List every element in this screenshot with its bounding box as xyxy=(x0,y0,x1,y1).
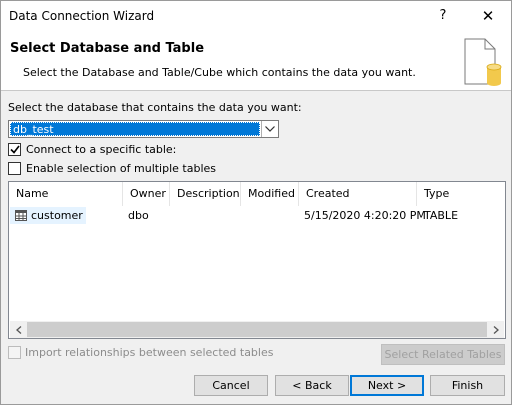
scrollbar-thumb[interactable] xyxy=(27,322,487,337)
column-header-owner[interactable]: Owner xyxy=(123,182,170,206)
page-title: Select Database and Table xyxy=(10,41,205,56)
database-selected-value: db_test xyxy=(10,122,260,136)
next-button[interactable]: Next > xyxy=(350,375,424,396)
cell-type: TABLE xyxy=(424,209,459,222)
database-label: Select the database that contains the da… xyxy=(8,101,302,114)
window-title: Data Connection Wizard xyxy=(9,9,155,23)
connect-specific-table-label[interactable]: Connect to a specific table: xyxy=(26,143,176,156)
select-related-tables-button[interactable]: Select Related Tables xyxy=(381,344,505,365)
cell-owner: dbo xyxy=(128,209,149,222)
column-header-description[interactable]: Description xyxy=(170,182,241,206)
column-header-type[interactable]: Type xyxy=(417,182,505,206)
page-subtitle: Select the Database and Table/Cube which… xyxy=(23,66,416,79)
enable-multiple-tables-checkbox[interactable] xyxy=(8,162,21,175)
checkmark-icon xyxy=(9,145,20,154)
chevron-down-icon[interactable] xyxy=(261,121,278,137)
tables-list[interactable]: Name Owner Description Modified Created … xyxy=(8,181,506,339)
data-connection-wizard-dialog: Data Connection Wizard ? ✕ Select Databa… xyxy=(0,0,512,405)
column-header-name[interactable]: Name xyxy=(9,182,123,206)
table-icon xyxy=(15,210,27,221)
enable-multiple-tables-label[interactable]: Enable selection of multiple tables xyxy=(26,162,216,175)
scroll-right-icon[interactable] xyxy=(487,321,504,338)
column-header-modified[interactable]: Modified xyxy=(241,182,299,206)
cancel-button[interactable]: Cancel xyxy=(194,375,268,396)
wizard-header: Select Database and Table Select the Dat… xyxy=(1,31,511,91)
back-button[interactable]: < Back xyxy=(275,375,349,396)
connect-specific-table-checkbox[interactable] xyxy=(8,143,21,156)
cell-created: 5/15/2020 4:20:20 PM xyxy=(304,209,426,222)
database-dropdown[interactable]: db_test xyxy=(8,120,279,138)
close-button[interactable]: ✕ xyxy=(474,4,502,28)
import-relationships-checkbox[interactable] xyxy=(8,346,21,359)
database-document-icon xyxy=(464,38,502,86)
scroll-left-icon[interactable] xyxy=(10,321,27,338)
cell-name: customer xyxy=(31,209,83,222)
horizontal-scrollbar[interactable] xyxy=(10,321,504,338)
title-bar: Data Connection Wizard ? ✕ xyxy=(1,1,511,31)
finish-button[interactable]: Finish xyxy=(430,375,505,396)
database-label-text: Select the database that contains the da… xyxy=(8,101,302,114)
help-button[interactable]: ? xyxy=(431,4,455,28)
import-relationships-label: Import relationships between selected ta… xyxy=(25,346,274,359)
column-header-created[interactable]: Created xyxy=(299,182,417,206)
